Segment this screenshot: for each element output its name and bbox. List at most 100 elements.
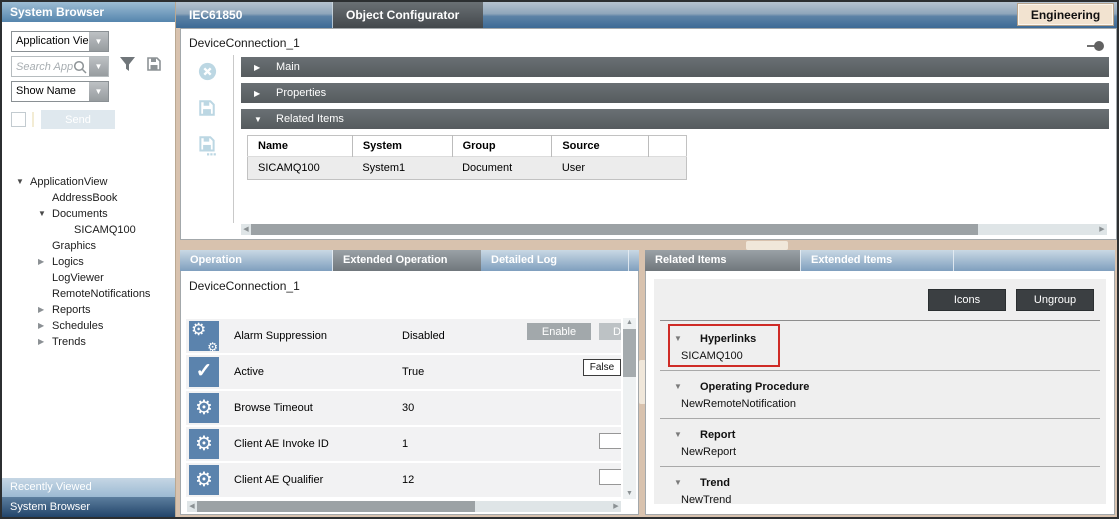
view-dropdown[interactable]: Application Vie ▼ — [11, 31, 109, 52]
scroll-right-icon[interactable]: ▶ — [1097, 224, 1107, 235]
tree-toggle-icon[interactable]: ▶ — [38, 318, 51, 334]
highlight-box — [668, 324, 780, 367]
property-row-browse-timeout: ⚙Browse Timeout30 — [186, 391, 621, 425]
tree-toggle-icon[interactable]: ▼ — [38, 206, 51, 222]
horizontal-scrollbar[interactable]: ◀ ▶ — [241, 224, 1107, 235]
tree-item-applicationview[interactable]: ▼ApplicationView — [2, 174, 175, 190]
pin-icon[interactable] — [1087, 41, 1104, 51]
column-header: System — [352, 136, 452, 157]
tree-toggle-icon[interactable]: ▶ — [38, 334, 51, 350]
tree-item-documents[interactable]: ▼Documents — [2, 206, 175, 222]
send-button[interactable]: Send — [41, 110, 115, 129]
group-header[interactable]: ▼Report — [660, 426, 1100, 443]
search-field: ▼ — [11, 56, 109, 77]
ungroup-button[interactable]: Ungroup — [1016, 289, 1094, 311]
system-browser-sidebar: System Browser Application Vie ▼ ▼ — [2, 2, 176, 517]
recently-viewed-bar[interactable]: Recently Viewed — [2, 478, 175, 497]
related-item-link[interactable]: NewReport — [660, 443, 1100, 461]
property-label: Alarm Suppression — [234, 330, 327, 342]
related-item-link[interactable]: NewTrend — [660, 491, 1100, 509]
tab-separator — [800, 250, 801, 271]
device-title: DeviceConnection_1 — [189, 36, 300, 50]
section-header-properties[interactable]: ▶Properties — [241, 83, 1109, 103]
tree-item-schedules[interactable]: ▶Schedules — [2, 318, 175, 334]
system-browser-bar[interactable]: System Browser — [2, 497, 175, 517]
gear-icon: ⚙ — [189, 429, 219, 459]
tree-item-addressbook[interactable]: AddressBook — [2, 190, 175, 206]
chevron-down-icon[interactable]: ▼ — [674, 478, 687, 487]
search-icon — [73, 60, 87, 79]
send-indicator — [32, 112, 34, 127]
related-items-panel: Related ItemsExtended Items Icons Ungroup… — [645, 250, 1115, 515]
scrollbar-thumb[interactable] — [251, 224, 978, 235]
group-header[interactable]: ▼Operating Procedure — [660, 378, 1100, 395]
table-cell: SICAMQ100 — [248, 157, 353, 180]
engineering-button[interactable]: Engineering — [1018, 4, 1113, 25]
scroll-down-icon[interactable]: ▼ — [623, 489, 636, 499]
vertical-scrollbar[interactable]: ▲ ▼ — [623, 318, 636, 499]
sections-area: ▶ Main ▶Properties ▼Related Items NameSyste… — [241, 57, 1109, 219]
chevron-down-icon[interactable]: ▼ — [89, 82, 108, 101]
tab-object-configurator[interactable]: Object Configurator — [333, 2, 483, 28]
tab-separator — [332, 2, 333, 28]
horizontal-splitter-grip[interactable] — [746, 241, 788, 250]
send-checkbox[interactable] — [11, 112, 26, 127]
chevron-down-icon[interactable]: ▼ — [674, 382, 687, 391]
related-item-link[interactable]: NewRemoteNotification — [660, 395, 1100, 413]
scroll-right-icon[interactable]: ▶ — [611, 501, 621, 512]
tab-extended-items[interactable]: Extended Items — [801, 250, 953, 271]
tab-iec61850[interactable]: IEC61850 — [176, 2, 332, 28]
filter-icon[interactable] — [119, 56, 136, 77]
section-header-main[interactable]: ▶ Main — [241, 57, 1109, 77]
cancel-icon[interactable] — [198, 62, 217, 86]
tab-related-items[interactable]: Related Items — [645, 250, 800, 271]
dis-button[interactable]: Dis — [599, 323, 621, 340]
section-header-related-items[interactable]: ▼Related Items — [241, 109, 1109, 129]
scroll-left-icon[interactable]: ◀ — [241, 224, 251, 235]
icons-button[interactable]: Icons — [928, 289, 1006, 311]
tree-item-label: Graphics — [51, 238, 96, 254]
group-header[interactable]: ▼Trend — [660, 474, 1100, 491]
scrollbar-thumb[interactable] — [197, 501, 475, 512]
section-label: Main — [276, 61, 300, 73]
table-header-row: NameSystemGroupSource — [248, 136, 687, 157]
scrollbar-thumb[interactable] — [623, 329, 636, 377]
scroll-up-icon[interactable]: ▲ — [623, 318, 636, 328]
tree-item-label: SICAMQ100 — [73, 222, 136, 238]
tree-item-logviewer[interactable]: LogViewer — [2, 270, 175, 286]
scroll-left-icon[interactable]: ◀ — [187, 501, 197, 512]
related-group-report: ▼ReportNewReport — [660, 419, 1100, 467]
related-content: IconsUngroup ▼HyperlinksSICAMQ100▼Operat… — [654, 279, 1106, 504]
column-header: Group — [452, 136, 552, 157]
tree-item-sicamq100[interactable]: SICAMQ100 — [2, 222, 175, 238]
chevron-down-icon[interactable]: ▼ — [89, 57, 108, 76]
save-filter-icon[interactable] — [146, 56, 162, 77]
enable-button[interactable]: Enable — [527, 323, 591, 340]
tree-item-remotenotifications[interactable]: RemoteNotifications — [2, 286, 175, 302]
false-button[interactable]: False — [583, 359, 621, 376]
tree-toggle-icon[interactable]: ▼ — [16, 174, 29, 190]
tab-extended-operation[interactable]: Extended Operation — [333, 250, 481, 271]
tree-item-label: Trends — [51, 334, 86, 350]
tab-detailed-log[interactable]: Detailed Log — [481, 250, 628, 271]
object-configurator-panel: DeviceConnection_1 ▶ Main ▶Properties ▼Rela… — [180, 28, 1117, 240]
tab-separator — [332, 250, 333, 271]
tab-operation[interactable]: Operation — [180, 250, 332, 271]
tree-item-logics[interactable]: ▶Logics — [2, 254, 175, 270]
tree-item-trends[interactable]: ▶Trends — [2, 334, 175, 350]
property-input[interactable] — [599, 469, 621, 485]
show-name-dropdown[interactable]: Show Name ▼ — [11, 81, 109, 102]
tree-toggle-icon[interactable]: ▶ — [38, 254, 51, 270]
tree-toggle-icon[interactable]: ▶ — [38, 302, 51, 318]
app-window: System Browser Application Vie ▼ ▼ — [0, 0, 1119, 519]
chevron-down-icon[interactable]: ▼ — [89, 32, 108, 51]
horizontal-scrollbar[interactable]: ◀ ▶ — [187, 501, 621, 512]
save-as-icon[interactable] — [198, 135, 216, 161]
tree-item-reports[interactable]: ▶Reports — [2, 302, 175, 318]
table-row[interactable]: SICAMQ100System1DocumentUser — [248, 157, 687, 180]
chevron-down-icon[interactable]: ▼ — [674, 430, 687, 439]
property-input[interactable] — [599, 433, 621, 449]
tree-item-graphics[interactable]: Graphics — [2, 238, 175, 254]
chevron-right-icon: ▶ — [254, 63, 266, 72]
save-icon[interactable] — [198, 99, 216, 122]
